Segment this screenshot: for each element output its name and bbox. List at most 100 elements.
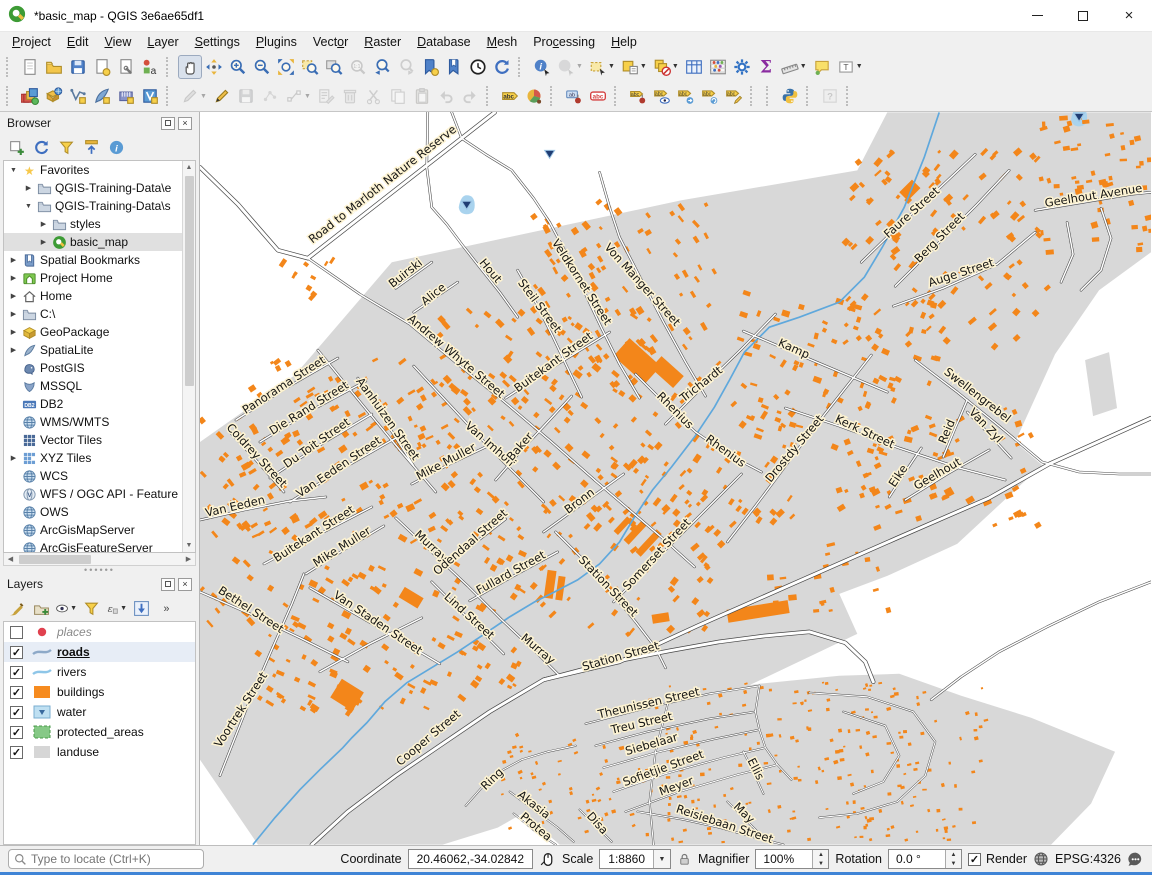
text-annotation-button[interactable]: T▼ bbox=[834, 55, 866, 79]
open-attribute-table-button[interactable] bbox=[682, 55, 706, 79]
magnifier-spinner[interactable]: 100% ▲▼ bbox=[755, 849, 829, 869]
select-features-button[interactable]: ▼ bbox=[586, 55, 618, 79]
menu-mesh[interactable]: Mesh bbox=[479, 33, 526, 51]
expand-arrow-icon[interactable]: ▶ bbox=[7, 256, 20, 264]
locate-box[interactable] bbox=[8, 849, 204, 869]
filter-legend-button[interactable] bbox=[80, 597, 102, 619]
layer-visibility-checkbox[interactable]: ✓ bbox=[10, 746, 23, 759]
layer-visibility-checkbox[interactable]: ✓ bbox=[10, 646, 23, 659]
scale-combo[interactable]: 1:8860 ▼ bbox=[599, 849, 671, 869]
coordinate-value[interactable]: 20.46062,-34.02842 bbox=[408, 849, 533, 869]
browser-item-wms-wmts[interactable]: WMS/WMTS bbox=[4, 413, 195, 431]
menu-processing[interactable]: Processing bbox=[525, 33, 603, 51]
browser-item-ows[interactable]: OWS bbox=[4, 503, 195, 521]
add-vector-layer-button[interactable] bbox=[42, 84, 66, 108]
minimize-button[interactable] bbox=[1014, 0, 1060, 32]
browser-item-basic-map[interactable]: ▶basic_map bbox=[4, 233, 195, 251]
browser-item-mssql[interactable]: MSSQL bbox=[4, 377, 195, 395]
browser-item-xyz-tiles[interactable]: ▶XYZ Tiles bbox=[4, 449, 195, 467]
layer-visibility-checkbox[interactable]: ✓ bbox=[10, 726, 23, 739]
expand-arrow-icon[interactable]: ▶ bbox=[37, 238, 50, 246]
data-source-manager-button[interactable] bbox=[18, 84, 42, 108]
layer-visibility-checkbox[interactable]: ✓ bbox=[10, 666, 23, 679]
manage-map-themes-button[interactable]: ▼ bbox=[55, 597, 77, 619]
layer-row-buildings[interactable]: ✓buildings bbox=[4, 682, 195, 702]
add-selected-layers-button[interactable] bbox=[5, 136, 27, 158]
panel-splitter[interactable]: •••••• bbox=[0, 566, 199, 573]
maximize-button[interactable] bbox=[1060, 0, 1106, 32]
browser-item-favorites[interactable]: ▼★Favorites bbox=[4, 161, 195, 179]
zoom-last-button[interactable] bbox=[370, 55, 394, 79]
temporal-controller-button[interactable] bbox=[466, 55, 490, 79]
zoom-in-button[interactable] bbox=[226, 55, 250, 79]
measure-button[interactable]: ▼ bbox=[778, 55, 810, 79]
browser-item-c[interactable]: ▶C:\ bbox=[4, 305, 195, 323]
browser-float-button[interactable] bbox=[161, 117, 175, 130]
menu-vector[interactable]: Vector bbox=[305, 33, 356, 51]
select-features-dropdown-icon[interactable]: ▼ bbox=[608, 63, 615, 70]
close-button[interactable]: × bbox=[1106, 0, 1152, 32]
render-checkbox[interactable]: ✓ Render bbox=[968, 852, 1027, 866]
menu-view[interactable]: View bbox=[96, 33, 139, 51]
layer-visibility-checkbox[interactable]: ✓ bbox=[10, 686, 23, 699]
toggle-editing-button[interactable] bbox=[210, 84, 234, 108]
menu-raster[interactable]: Raster bbox=[356, 33, 409, 51]
show-hide-labels-button[interactable]: abc bbox=[650, 84, 674, 108]
browser-item-qgis-training-data-s[interactable]: ▼QGIS-Training-Data\s bbox=[4, 197, 195, 215]
deselect-all-button[interactable]: ▼ bbox=[650, 55, 682, 79]
browser-item-postgis[interactable]: PostGIS bbox=[4, 359, 195, 377]
menu-settings[interactable]: Settings bbox=[187, 33, 248, 51]
extents-coordinate-toggle-icon[interactable] bbox=[539, 851, 556, 868]
browser-item-spatialite[interactable]: ▶SpatiaLite bbox=[4, 341, 195, 359]
messages-icon[interactable] bbox=[1127, 851, 1144, 868]
show-unplaced-labels-button[interactable]: abc bbox=[586, 84, 610, 108]
layer-row-rivers[interactable]: ✓rivers bbox=[4, 662, 195, 682]
rotation-spinner[interactable]: 0.0 ° ▲▼ bbox=[888, 849, 962, 869]
add-group-button[interactable] bbox=[30, 597, 52, 619]
map-canvas[interactable]: Road to Marloth Nature ReserveBuirskiAli… bbox=[200, 112, 1152, 845]
menu-database[interactable]: Database bbox=[409, 33, 479, 51]
browser-vscrollbar[interactable]: ▲▼ bbox=[182, 161, 195, 552]
browser-item-db2[interactable]: DB2DB2 bbox=[4, 395, 195, 413]
zoom-full-button[interactable] bbox=[274, 55, 298, 79]
layer-labeling-options-button[interactable]: abc bbox=[498, 84, 522, 108]
save-project-button[interactable] bbox=[66, 55, 90, 79]
layer-visibility-checkbox[interactable] bbox=[10, 626, 23, 639]
manage-map-themes-dropdown-icon[interactable]: ▼ bbox=[70, 605, 77, 612]
menu-layer[interactable]: Layer bbox=[139, 33, 186, 51]
browser-item-project-home[interactable]: ▶Project Home bbox=[4, 269, 195, 287]
layer-diagram-options-button[interactable] bbox=[522, 84, 546, 108]
select-by-form-dropdown-icon[interactable]: ▼ bbox=[640, 63, 647, 70]
layer-row-landuse[interactable]: ✓landuse bbox=[4, 742, 195, 762]
expand-arrow-icon[interactable]: ▶ bbox=[22, 184, 35, 192]
python-console-button[interactable] bbox=[778, 84, 802, 108]
statistical-summary-button[interactable] bbox=[706, 55, 730, 79]
pan-map-button[interactable] bbox=[178, 55, 202, 79]
refresh-browser-button[interactable] bbox=[30, 136, 52, 158]
deselect-all-dropdown-icon[interactable]: ▼ bbox=[672, 63, 679, 70]
layer-visibility-checkbox[interactable]: ✓ bbox=[10, 706, 23, 719]
open-project-button[interactable] bbox=[42, 55, 66, 79]
menu-help[interactable]: Help bbox=[603, 33, 645, 51]
expand-collapse-all-button[interactable] bbox=[130, 597, 152, 619]
filter-browser-button[interactable] bbox=[55, 136, 77, 158]
menu-edit[interactable]: Edit bbox=[59, 33, 97, 51]
style-manager-button[interactable]: a bbox=[138, 55, 162, 79]
identify-features-button[interactable]: i bbox=[530, 55, 554, 79]
browser-item-arcgisfeatureserver[interactable]: ArcGisFeatureServer bbox=[4, 539, 195, 553]
expand-arrow-icon[interactable]: ▶ bbox=[37, 220, 50, 228]
filter-by-expression-button[interactable]: ε▼ bbox=[105, 597, 127, 619]
browser-close-button[interactable]: × bbox=[178, 117, 192, 130]
map-tips-button[interactable] bbox=[810, 55, 834, 79]
browser-item-home[interactable]: ▶Home bbox=[4, 287, 195, 305]
select-by-form-button[interactable]: ▼ bbox=[618, 55, 650, 79]
menu-plugins[interactable]: Plugins bbox=[248, 33, 305, 51]
filter-by-expression-dropdown-icon[interactable]: ▼ bbox=[120, 605, 127, 612]
sum-features-button[interactable]: Σ bbox=[754, 55, 778, 79]
move-label-button[interactable]: abc bbox=[674, 84, 698, 108]
layer-row-water[interactable]: ✓water bbox=[4, 702, 195, 722]
expand-arrow-icon[interactable]: ▶ bbox=[7, 454, 20, 462]
pin-unpin-labels-button[interactable]: abc bbox=[626, 84, 650, 108]
processing-toolbox-button[interactable] bbox=[730, 55, 754, 79]
rotate-label-button[interactable]: abc bbox=[698, 84, 722, 108]
